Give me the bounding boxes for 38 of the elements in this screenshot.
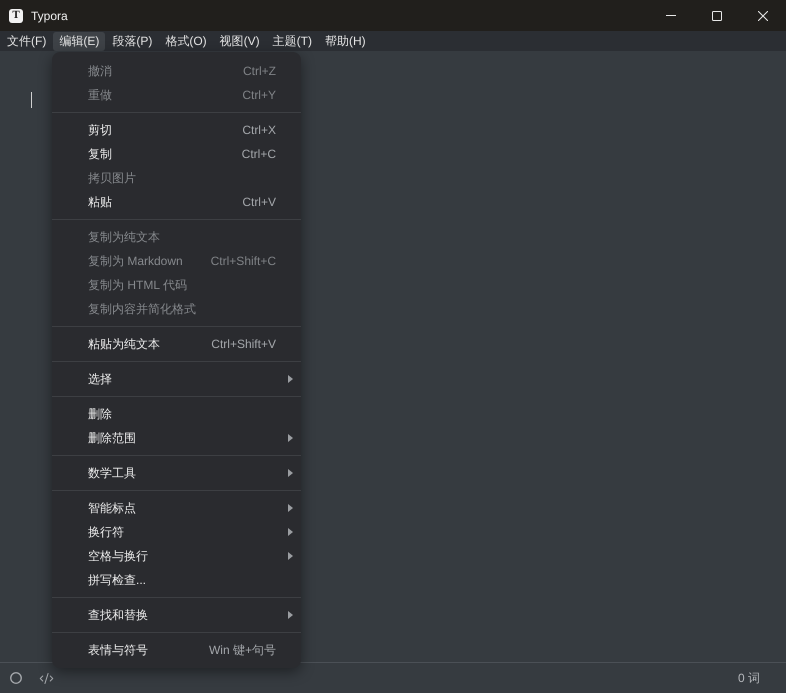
menu-item[interactable]: 删除范围 <box>52 426 301 450</box>
shortcut-label: Ctrl+Z <box>243 65 276 77</box>
word-count: 0 词 <box>738 670 760 687</box>
menu-item[interactable]: 粘贴 Ctrl+V <box>52 190 301 214</box>
maximize-icon <box>712 10 722 20</box>
circle-icon[interactable] <box>10 672 22 684</box>
menu-item[interactable]: 查找和替换 <box>52 603 301 627</box>
menu-item[interactable]: 选择 <box>52 367 301 391</box>
minimize-icon <box>666 15 676 16</box>
window-title: Typora <box>31 8 68 24</box>
menu-item[interactable]: 复制 Ctrl+C <box>52 142 301 166</box>
shortcut-label: Ctrl+X <box>242 124 276 136</box>
menu-bar-item[interactable]: 主题(T) <box>266 32 318 50</box>
menu-bar-item[interactable]: 格式(O) <box>159 32 213 50</box>
shortcut-label: Ctrl+Shift+C <box>210 255 276 267</box>
text-cursor <box>31 92 32 108</box>
menu-item[interactable]: 删除 <box>52 402 301 426</box>
menu-bar-item[interactable]: 文件(F) <box>1 32 52 50</box>
menu-item[interactable]: 空格与换行 <box>52 544 301 568</box>
code-icon[interactable] <box>39 670 54 686</box>
shortcut-label: Ctrl+C <box>242 148 276 160</box>
menu-bar-item[interactable]: 编辑(E) <box>53 32 106 50</box>
menu-item[interactable]: 数学工具 <box>52 461 301 485</box>
menu-item[interactable]: 换行符 <box>52 520 301 544</box>
close-icon <box>758 10 768 20</box>
menu-bar-item[interactable]: 视图(V) <box>214 32 266 50</box>
menu-item[interactable]: 表情与符号 Win 键+句号 <box>52 638 301 662</box>
menu-item[interactable]: 剪切 Ctrl+X <box>52 118 301 142</box>
shortcut-label: Win 键+句号 <box>208 644 276 656</box>
shortcut-label: Ctrl+Y <box>242 89 276 101</box>
menu-bar-item[interactable]: 段落(P) <box>106 32 158 50</box>
menu-item[interactable]: 拼写检查... <box>52 568 301 592</box>
menu-item[interactable]: 粘贴为纯文本 Ctrl+Shift+V <box>52 332 301 356</box>
shortcut-label: Ctrl+V <box>242 196 276 208</box>
menu-bar-item[interactable]: 帮助(H) <box>318 32 372 50</box>
menu-item[interactable]: 智能标点 <box>52 496 301 520</box>
app-logo: T <box>9 8 23 22</box>
shortcut-label: Ctrl+Shift+V <box>211 338 276 350</box>
